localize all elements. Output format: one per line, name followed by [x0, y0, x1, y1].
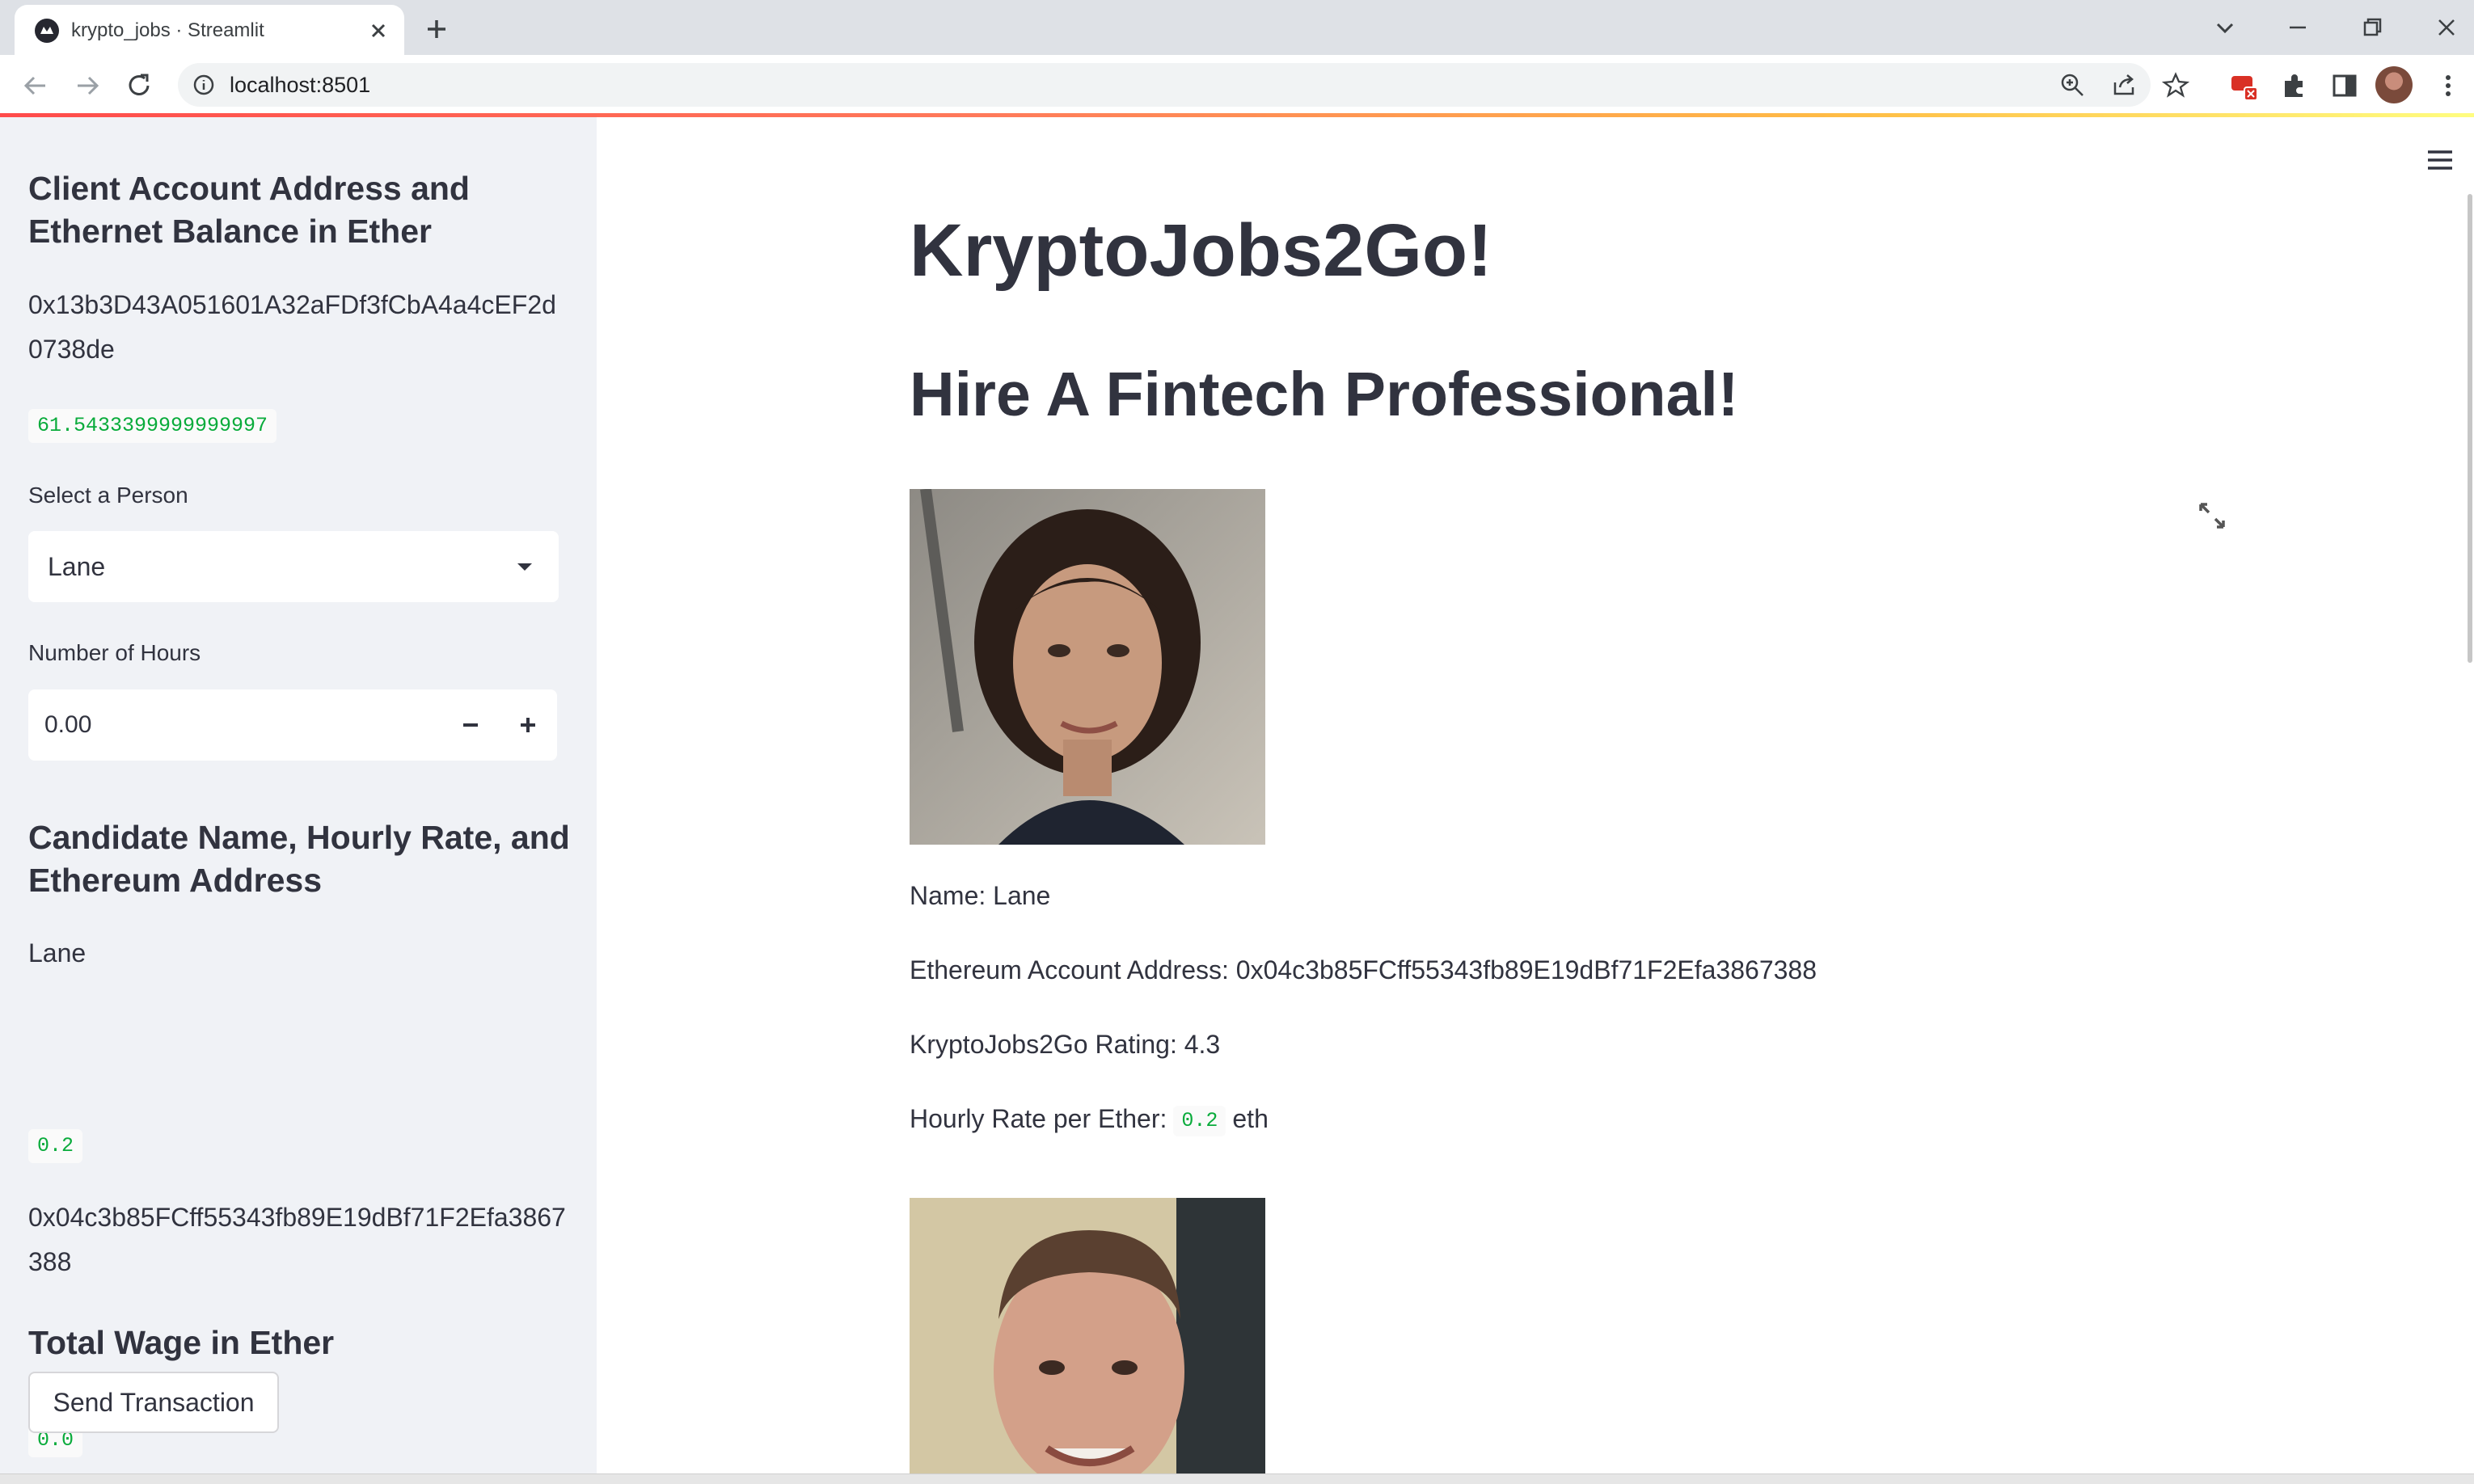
browser-tabstrip: krypto_jobs · Streamlit — [0, 0, 2474, 55]
share-icon[interactable] — [2110, 71, 2138, 99]
chevron-down-icon[interactable] — [2206, 8, 2244, 47]
profile-avatar[interactable] — [2375, 66, 2413, 103]
hours-label: Number of Hours — [28, 640, 201, 665]
client-account-heading: Client Account Address and Ethernet Bala… — [28, 170, 470, 250]
sidebar: Client Account Address and Ethernet Bala… — [0, 117, 597, 1475]
expand-icon[interactable] — [2196, 500, 2228, 532]
tab-title: krypto_jobs · Streamlit — [71, 19, 264, 41]
hours-value[interactable]: 0.00 — [44, 709, 91, 741]
plus-icon[interactable] — [420, 13, 453, 45]
hourly-rate-value: 0.2 — [1173, 1105, 1226, 1136]
puzzle-icon[interactable] — [2278, 70, 2311, 102]
candidate-name: Lane — [28, 938, 87, 968]
sidepanel-icon[interactable] — [2328, 70, 2361, 102]
back-icon[interactable] — [18, 68, 53, 103]
zoom-icon[interactable] — [2058, 71, 2086, 99]
candidate-rating-line: KryptoJobs2Go Rating: 4.3 — [910, 1030, 1221, 1059]
candidate-address-line: Ethereum Account Address: 0x04c3b85FCff5… — [910, 955, 1817, 984]
send-transaction-button[interactable]: Send Transaction — [28, 1372, 279, 1433]
hamburger-icon[interactable] — [2424, 144, 2456, 176]
client-balance: 61.5433399999999997 — [28, 409, 277, 443]
browser-toolbar: localhost:8501 — [0, 55, 2474, 115]
caret-down-icon[interactable] — [513, 555, 536, 578]
candidate-heading: Candidate Name, Hourly Rate, and Ethereu… — [28, 819, 570, 899]
client-address: 0x13b3D43A051601A32aFDf3fCbA4a4cEF2d0738… — [28, 290, 556, 364]
plus-step-icon[interactable] — [499, 689, 557, 761]
select-person-dropdown[interactable]: Lane — [28, 531, 559, 602]
close-icon[interactable] — [364, 16, 393, 45]
total-wage-heading: Total Wage in Ether — [28, 1324, 335, 1361]
candidate-address: 0x04c3b85FCff55343fb89E19dBf71F2Efa38673… — [28, 1203, 566, 1276]
url-text[interactable]: localhost:8501 — [230, 71, 370, 99]
minus-icon[interactable] — [441, 689, 500, 761]
candidate-rate: 0.2 — [28, 1129, 83, 1163]
vertical-scrollbar[interactable] — [2468, 194, 2472, 663]
kebab-icon[interactable] — [2432, 70, 2464, 102]
close-window-icon[interactable] — [2427, 8, 2466, 47]
hourly-rate-suffix: eth — [1232, 1104, 1269, 1133]
page-title: KryptoJobs2Go! — [910, 209, 1492, 292]
candidate-photo — [910, 489, 1265, 845]
extension-icon[interactable] — [2228, 70, 2261, 102]
select-person-label: Select a Person — [28, 483, 188, 508]
info-icon[interactable] — [192, 74, 215, 96]
select-person-value: Lane — [48, 552, 106, 581]
page-subtitle: Hire A Fintech Professional! — [910, 360, 1739, 429]
restore-icon[interactable] — [2353, 8, 2392, 47]
hourly-rate-prefix: Hourly Rate per Ether: — [910, 1104, 1167, 1133]
candidate-name-line: Name: Lane — [910, 881, 1051, 910]
hourly-rate-line: Hourly Rate per Ether: 0.2 eth — [910, 1101, 1269, 1136]
minimize-icon[interactable] — [2278, 8, 2317, 47]
hours-number-input[interactable]: 0.00 — [28, 689, 557, 761]
address-bar[interactable]: localhost:8501 — [178, 63, 2189, 107]
reload-icon[interactable] — [121, 68, 157, 103]
bottom-edge — [0, 1473, 2474, 1484]
candidate-photo-2 — [910, 1198, 1265, 1473]
browser-tab[interactable]: krypto_jobs · Streamlit — [15, 5, 404, 55]
star-icon[interactable] — [2162, 71, 2189, 99]
streamlit-favicon-icon — [35, 19, 59, 43]
forward-icon[interactable] — [70, 68, 105, 103]
